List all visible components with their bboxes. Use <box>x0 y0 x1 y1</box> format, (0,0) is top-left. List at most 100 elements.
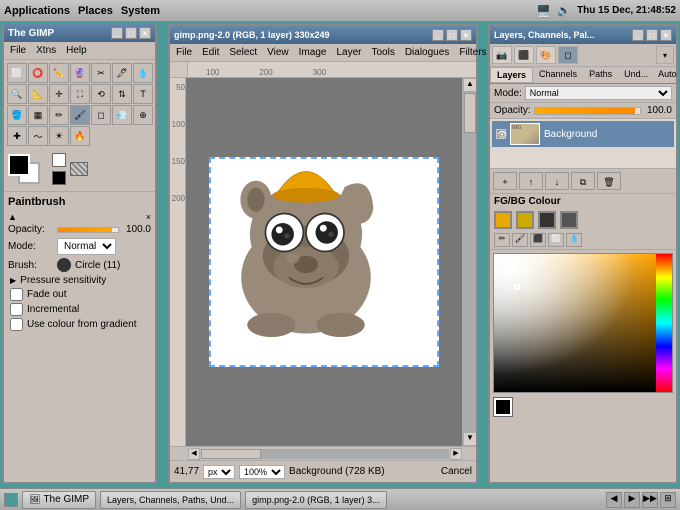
color-tool-4[interactable]: ⬜ <box>548 233 564 247</box>
tool-clone[interactable]: ⊕ <box>133 105 153 125</box>
tool-smudge[interactable]: 〜 <box>28 126 48 146</box>
cancel-btn[interactable]: Cancel <box>441 466 472 477</box>
layers-icon-3[interactable]: 🎨 <box>536 46 556 64</box>
main-menu-dialogues[interactable]: Dialogues <box>401 46 453 59</box>
color-tool-2[interactable]: 🖌 <box>512 233 528 247</box>
main-menu-image[interactable]: Image <box>295 46 331 59</box>
layers-icon-1[interactable]: 📷 <box>492 46 512 64</box>
tab-history[interactable]: Und... <box>618 67 654 83</box>
color-tool-1[interactable]: ✏ <box>494 233 510 247</box>
scroll-thumb-v[interactable] <box>464 93 476 133</box>
black-swatch[interactable] <box>52 171 66 185</box>
horizontal-scrollbar[interactable]: ◀ ▶ <box>188 447 462 460</box>
tool-dodge[interactable]: ☀ <box>49 126 69 146</box>
main-menu-layer[interactable]: Layer <box>332 46 365 59</box>
opacity-slider-track[interactable] <box>534 107 641 115</box>
layers-maximize[interactable]: □ <box>646 29 658 41</box>
tool-paintbrush[interactable]: 🖌 <box>70 105 90 125</box>
main-menu-tools[interactable]: Tools <box>367 46 398 59</box>
layers-menu-btn[interactable]: ▾ <box>656 46 674 64</box>
scroll-left-btn[interactable]: ◀ <box>188 448 200 460</box>
lower-layer-btn[interactable]: ↓ <box>545 172 569 190</box>
fg-dark-swatch[interactable] <box>538 211 556 229</box>
menu-applications[interactable]: Applications <box>4 5 70 17</box>
tool-text[interactable]: T <box>133 84 153 104</box>
panel-close-btn[interactable]: × <box>146 212 151 222</box>
black-color-swatch[interactable] <box>494 398 512 416</box>
tool-heal[interactable]: ✚ <box>7 126 27 146</box>
vertical-scrollbar[interactable]: ▲ ▼ <box>462 78 476 446</box>
zoom-select[interactable]: 100% <box>239 465 285 479</box>
tool-ellipse-select[interactable]: ⭕ <box>28 63 48 83</box>
color-tool-3[interactable]: ⬛ <box>530 233 546 247</box>
tool-eraser[interactable]: ◻ <box>91 105 111 125</box>
color-tool-5[interactable]: 💧 <box>566 233 582 247</box>
raise-layer-btn[interactable]: ↑ <box>519 172 543 190</box>
taskbar-btn-3[interactable]: ▶▶ <box>642 492 658 508</box>
dark-swatch-2[interactable] <box>560 211 578 229</box>
tab-layers[interactable]: Layers <box>490 67 533 83</box>
layers-minimize[interactable]: _ <box>632 29 644 41</box>
tool-measure[interactable]: 📐 <box>28 84 48 104</box>
taskbar-btn-1[interactable]: ◀ <box>606 492 622 508</box>
mode-select[interactable]: Normal <box>57 238 116 255</box>
tool-airbrush[interactable]: 💨 <box>112 105 132 125</box>
canvas-scroll-area[interactable] <box>186 78 462 446</box>
toolbox-menu-xtns[interactable]: Xtns <box>32 44 60 57</box>
main-maximize[interactable]: □ <box>446 29 458 41</box>
main-minimize[interactable]: _ <box>432 29 444 41</box>
foreground-color-swatch[interactable] <box>8 154 30 176</box>
tool-burn[interactable]: 🔥 <box>70 126 90 146</box>
tab-paths[interactable]: Paths <box>583 67 618 83</box>
toolbox-maximize[interactable]: □ <box>125 27 137 39</box>
panel-minimize-btn[interactable]: ▲ <box>8 212 17 222</box>
hscroll-track[interactable] <box>201 449 449 459</box>
bg-color-swatch-2[interactable] <box>516 211 534 229</box>
color-squares[interactable] <box>8 154 44 184</box>
taskbtn-layers[interactable]: Layers, Channels, Paths, Und... <box>100 491 241 509</box>
scroll-right-btn[interactable]: ▶ <box>450 448 462 460</box>
white-swatch[interactable] <box>52 153 66 167</box>
brush-preview[interactable] <box>57 258 71 272</box>
tool-crop[interactable]: ⛶ <box>70 84 90 104</box>
main-menu-filters[interactable]: Filters <box>455 46 490 59</box>
tool-blend[interactable]: ▦ <box>28 105 48 125</box>
layers-icon-active[interactable]: ◻ <box>558 46 578 64</box>
opacity-slider[interactable] <box>57 227 119 233</box>
layer-mode-select[interactable]: Normal <box>525 86 672 100</box>
incremental-checkbox[interactable] <box>10 303 23 316</box>
tool-zoom[interactable]: 🔍 <box>7 84 27 104</box>
tool-bucket[interactable]: 🪣 <box>7 105 27 125</box>
main-menu-edit[interactable]: Edit <box>198 46 223 59</box>
fade-checkbox[interactable] <box>10 288 23 301</box>
layers-close[interactable]: × <box>660 29 672 41</box>
pattern-swatch[interactable] <box>70 162 88 176</box>
scroll-up-btn[interactable]: ▲ <box>463 78 476 92</box>
tool-transform[interactable]: ⟲ <box>91 84 111 104</box>
fg-color-swatch[interactable] <box>494 211 512 229</box>
color-cursor[interactable] <box>514 284 520 290</box>
toolbox-minimize[interactable]: _ <box>111 27 123 39</box>
desktop-btn[interactable] <box>4 493 18 507</box>
tool-free-select[interactable]: ✏️ <box>49 63 69 83</box>
scroll-down-btn[interactable]: ▼ <box>463 432 476 446</box>
tool-flip[interactable]: ⇅ <box>112 84 132 104</box>
toolbox-menu-help[interactable]: Help <box>62 44 91 57</box>
colour-gradient-checkbox[interactable] <box>10 318 23 331</box>
hscroll-thumb[interactable] <box>201 449 261 459</box>
auto-btn[interactable]: Auto <box>654 67 680 83</box>
taskbar-btn-4[interactable]: ⊞ <box>660 492 676 508</box>
color-picker-area[interactable] <box>493 253 673 393</box>
tool-fuzzy-select[interactable]: 🔮 <box>70 63 90 83</box>
delete-layer-btn[interactable]: 🗑 <box>597 172 621 190</box>
duplicate-layer-btn[interactable]: ⧉ <box>571 172 595 190</box>
main-menu-view[interactable]: View <box>263 46 293 59</box>
tool-paths[interactable]: 🖊 <box>112 63 132 83</box>
layer-item-background[interactable]: 👁 IMG Background <box>492 121 674 147</box>
menu-system[interactable]: System <box>121 5 160 17</box>
new-layer-btn[interactable]: + <box>493 172 517 190</box>
scroll-track-v[interactable] <box>463 92 476 432</box>
tool-colorpick[interactable]: 💧 <box>133 63 153 83</box>
tab-channels[interactable]: Channels <box>533 67 583 83</box>
hue-slider[interactable] <box>656 254 672 392</box>
